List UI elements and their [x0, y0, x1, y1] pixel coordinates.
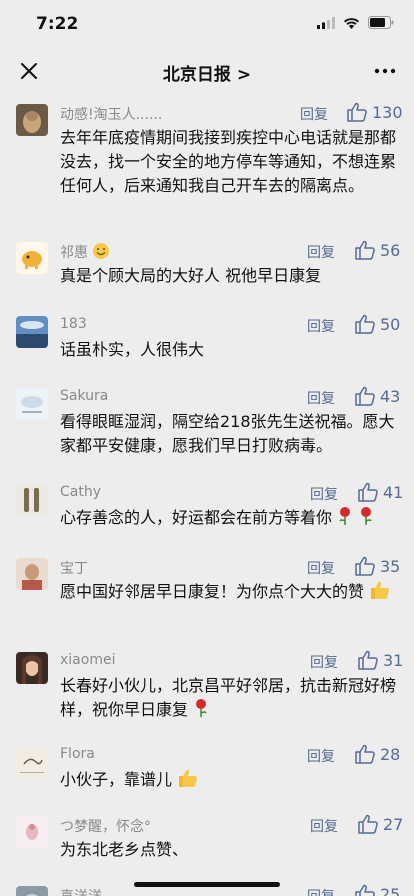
like-count: 35	[380, 556, 401, 576]
reply-button[interactable]: 回复	[310, 652, 338, 672]
like-button[interactable]: 35	[354, 556, 400, 576]
grinning-emoji-icon	[93, 243, 110, 259]
commenter-name: 祁惠	[60, 242, 110, 262]
reply-button[interactable]: 回复	[307, 558, 335, 578]
commenter-name: Cathy	[60, 484, 102, 500]
page-title[interactable]: 北京日报 >	[0, 60, 414, 85]
like-button[interactable]: 31	[357, 650, 403, 670]
thumbs-up-icon	[358, 814, 378, 834]
comment-text: 为东北老乡点赞、	[60, 840, 189, 859]
like-button[interactable]: 43	[354, 386, 400, 406]
avatar[interactable]	[16, 886, 48, 896]
rose-emoji-icon	[339, 507, 351, 525]
avatar[interactable]	[16, 242, 48, 274]
signal-icon	[317, 16, 335, 29]
reply-button[interactable]: 回复	[307, 242, 335, 262]
comment-text: 愿中国好邻居早日康复！为你点个大大的赞	[60, 580, 400, 604]
commenter-name: 183	[60, 316, 87, 332]
battery-icon	[368, 16, 394, 29]
thumbs-up-emoji-icon	[179, 769, 198, 787]
like-count: 31	[383, 650, 404, 670]
like-button[interactable]: 27	[357, 814, 403, 834]
reply-button[interactable]: 回复	[307, 388, 335, 408]
thumbs-up-icon	[358, 482, 378, 502]
thumbs-up-icon	[355, 386, 375, 406]
reply-button[interactable]: 回复	[307, 316, 335, 336]
status-icons	[317, 16, 394, 29]
reply-button[interactable]: 回复	[310, 816, 338, 836]
commenter-name: つ梦醒，怀念°	[60, 819, 151, 835]
rose-emoji-icon	[361, 507, 372, 525]
avatar[interactable]	[16, 558, 48, 590]
avatar[interactable]	[16, 316, 48, 348]
avatar[interactable]	[16, 816, 48, 848]
like-count: 130	[372, 102, 403, 122]
like-count: 27	[383, 814, 404, 834]
comment-text: 话虽朴实，人很伟大	[60, 340, 205, 359]
commenter-name: Sakura	[60, 388, 109, 404]
like-count: 56	[380, 240, 401, 260]
commenter-name: 宝丁	[60, 561, 88, 577]
more-icon[interactable]	[372, 60, 398, 82]
avatar[interactable]	[16, 104, 48, 136]
comment-text: 心存善念的人，好运都会在前方等着你	[60, 506, 400, 530]
reply-button[interactable]: 回复	[310, 484, 338, 504]
reply-button[interactable]: 回复	[300, 104, 328, 124]
like-button[interactable]: 56	[354, 240, 400, 260]
comment-text: 去年年底疫情期间我接到疾控中心电话就是那都没去，找一个安全的地方停车等通知，不想…	[60, 128, 397, 195]
reply-button[interactable]: 回复	[307, 746, 335, 766]
like-count: 50	[380, 314, 401, 334]
comment-text: 真是个顾大局的大好人 祝他早日康复	[60, 266, 322, 285]
reply-button[interactable]: 回复	[307, 886, 335, 896]
commenter-name: Flora	[60, 746, 95, 762]
like-count: 41	[383, 482, 404, 502]
nav-bar: 北京日报 >	[0, 48, 414, 94]
commenter-name: xiaomei	[60, 652, 116, 668]
avatar[interactable]	[16, 652, 48, 684]
like-count: 28	[380, 744, 401, 764]
thumbs-up-icon	[355, 884, 375, 896]
avatar[interactable]	[16, 388, 48, 420]
like-button[interactable]: 130	[346, 102, 403, 122]
thumbs-up-icon	[358, 650, 378, 670]
like-button[interactable]: 50	[354, 314, 400, 334]
wifi-icon	[344, 17, 359, 29]
comment-text: 小伙子，靠谱儿	[60, 768, 400, 792]
like-button[interactable]: 25	[354, 884, 400, 896]
like-button[interactable]: 41	[357, 482, 403, 502]
thumbs-up-icon	[355, 314, 375, 334]
commenter-name: 动感!淘玉人......	[60, 107, 163, 123]
thumbs-up-emoji-icon	[371, 581, 390, 599]
status-time: 7:22	[36, 14, 79, 34]
status-bar: 7:22	[0, 0, 414, 48]
like-count: 43	[380, 386, 401, 406]
like-button[interactable]: 28	[354, 744, 400, 764]
rose-emoji-icon	[196, 699, 207, 717]
thumbs-up-icon	[355, 744, 375, 764]
avatar[interactable]	[16, 484, 48, 516]
thumbs-up-icon	[355, 556, 375, 576]
avatar[interactable]	[16, 746, 48, 778]
thumbs-up-icon	[355, 240, 375, 260]
like-count: 25	[380, 884, 401, 896]
home-indicator[interactable]	[134, 882, 280, 887]
comment-text: 看得眼眶湿润，隔空给218张先生送祝福。愿大家都平安健康，愿我们早日打败病毒。	[60, 412, 395, 455]
thumbs-up-icon	[347, 102, 367, 122]
commenter-name: 喜洋洋	[60, 886, 102, 896]
comment-text: 长春好小伙儿，北京昌平好邻居，抗击新冠好榜样，祝你早日康复	[60, 676, 397, 719]
